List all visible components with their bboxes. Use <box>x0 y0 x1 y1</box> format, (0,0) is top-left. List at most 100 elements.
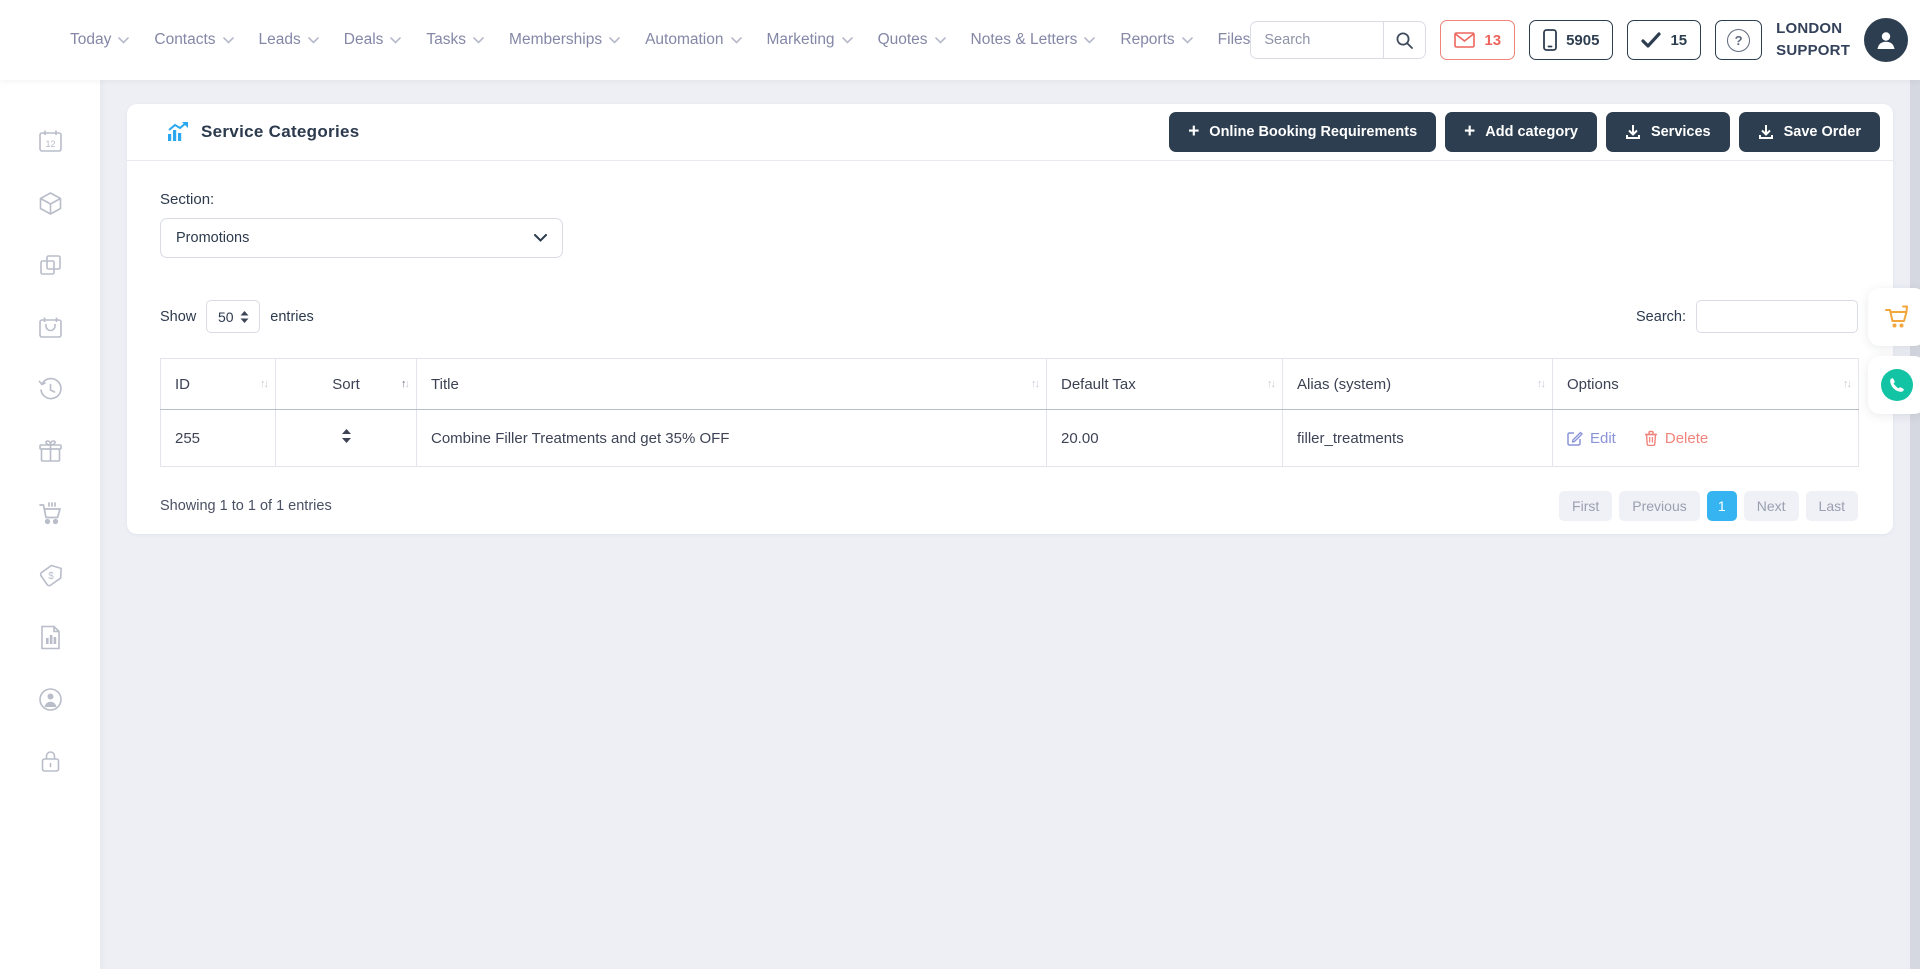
column-label: ID <box>175 376 190 393</box>
history-icon[interactable] <box>37 376 64 403</box>
page-title-label: Service Categories <box>201 122 359 142</box>
nav-item-notes-letters[interactable]: Notes & Letters <box>971 31 1096 49</box>
nav-item-files[interactable]: Files <box>1218 31 1251 49</box>
card-header: Service Categories + Online Booking Requ… <box>127 104 1893 161</box>
pagination-first[interactable]: First <box>1559 491 1612 521</box>
header-actions: + Online Booking Requirements + Add cate… <box>1169 112 1880 152</box>
up-down-icon <box>240 311 249 323</box>
nav-label: Files <box>1218 31 1251 49</box>
nav-item-quotes[interactable]: Quotes <box>878 31 946 49</box>
calendar-icon[interactable]: 12 <box>37 128 64 155</box>
nav-item-leads[interactable]: Leads <box>259 31 319 49</box>
chevron-down-icon <box>1182 37 1193 44</box>
page-length-control: Show 50 entries <box>160 300 314 333</box>
nav-label: Contacts <box>154 31 215 49</box>
delete-button[interactable]: Delete <box>1644 430 1708 447</box>
pagination-last[interactable]: Last <box>1806 491 1858 521</box>
question-icon: ? <box>1727 29 1750 52</box>
person-icon <box>1874 28 1898 52</box>
plus-icon: + <box>1188 122 1199 141</box>
search-icon <box>1395 31 1414 50</box>
edit-button[interactable]: Edit <box>1567 430 1616 447</box>
pagination-next[interactable]: Next <box>1744 491 1799 521</box>
services-button[interactable]: Services <box>1606 112 1730 152</box>
cart-icon[interactable] <box>37 500 64 527</box>
cell-sort <box>276 410 417 467</box>
table-search-input[interactable] <box>1696 300 1858 333</box>
nav-item-today[interactable]: Today <box>70 31 129 49</box>
sort-arrows-icon: ↑↓ <box>1537 378 1544 390</box>
nav-label: Reports <box>1120 31 1174 49</box>
column-header-alias[interactable]: Alias (system) ↑↓ <box>1283 359 1553 410</box>
nav-label: Deals <box>344 31 384 49</box>
pagination-page-1[interactable]: 1 <box>1707 491 1737 521</box>
chevron-down-icon <box>473 37 484 44</box>
svg-text:$: $ <box>48 571 54 582</box>
nav-label: Marketing <box>767 31 835 49</box>
nav-item-tasks[interactable]: Tasks <box>426 31 484 49</box>
tasks-badge[interactable]: 15 <box>1627 20 1701 60</box>
column-header-title[interactable]: Title ↑↓ <box>417 359 1047 410</box>
column-header-default-tax[interactable]: Default Tax ↑↓ <box>1047 359 1283 410</box>
help-badge[interactable]: ? <box>1715 20 1762 60</box>
scrollbar[interactable] <box>1910 80 1920 969</box>
online-booking-requirements-button[interactable]: + Online Booking Requirements <box>1169 112 1436 152</box>
pagination-previous[interactable]: Previous <box>1619 491 1699 521</box>
nav-item-deals[interactable]: Deals <box>344 31 402 49</box>
topbar: Today Contacts Leads Deals Tasks Members… <box>0 0 1920 80</box>
chevron-down-icon <box>935 37 946 44</box>
drag-handle-icon[interactable] <box>341 429 352 443</box>
column-label: Options <box>1567 376 1619 393</box>
column-header-options[interactable]: Options ↑↓ <box>1553 359 1859 410</box>
search-button[interactable] <box>1383 22 1425 58</box>
nav-item-contacts[interactable]: Contacts <box>154 31 233 49</box>
add-category-button[interactable]: + Add category <box>1445 112 1597 152</box>
delete-label: Delete <box>1665 430 1708 447</box>
report-icon[interactable] <box>37 624 64 651</box>
chevron-down-icon <box>118 37 129 44</box>
section-label: Section: <box>160 191 1858 208</box>
copy-icon[interactable] <box>37 252 64 279</box>
button-label: Save Order <box>1784 124 1861 140</box>
column-header-id[interactable]: ID ↑↓ <box>161 359 276 410</box>
topbar-right: 13 5905 15 ? LONDON SUPPORT <box>1250 18 1920 62</box>
floating-call-button[interactable] <box>1868 356 1920 414</box>
nav-item-memberships[interactable]: Memberships <box>509 31 620 49</box>
nav-item-reports[interactable]: Reports <box>1120 31 1192 49</box>
avatar[interactable] <box>1864 18 1908 62</box>
table-controls: Show 50 entries Search: <box>160 300 1858 333</box>
section-selected-value: Promotions <box>176 230 249 246</box>
cell-id: 255 <box>161 410 276 467</box>
price-tag-icon[interactable]: $ <box>37 562 64 589</box>
search-input[interactable] <box>1251 22 1383 58</box>
floating-cart-button[interactable] <box>1868 288 1920 346</box>
lock-icon[interactable] <box>37 748 64 775</box>
chevron-down-icon <box>609 37 620 44</box>
page-length-select[interactable]: 50 <box>206 300 260 333</box>
package-icon[interactable] <box>37 190 64 217</box>
nav-item-automation[interactable]: Automation <box>645 31 741 49</box>
chevron-down-icon <box>842 37 853 44</box>
tasks-count: 15 <box>1670 32 1687 49</box>
phone-badge[interactable]: 5905 <box>1529 20 1613 60</box>
table-footer: Showing 1 to 1 of 1 entries First Previo… <box>160 491 1858 521</box>
messages-badge[interactable]: 13 <box>1440 20 1515 60</box>
user-name: LONDON SUPPORT <box>1776 18 1850 62</box>
table-row: 255 Combine Filler Treatments and get 35… <box>161 410 1859 467</box>
save-order-button[interactable]: Save Order <box>1739 112 1880 152</box>
column-label: Alias (system) <box>1297 376 1391 393</box>
entries-label: entries <box>270 309 314 325</box>
gift-icon[interactable] <box>37 438 64 465</box>
section-select[interactable]: Promotions <box>160 218 563 258</box>
mobile-phone-icon <box>1543 29 1557 51</box>
account-icon[interactable] <box>37 686 64 713</box>
chevron-down-icon <box>1084 37 1095 44</box>
nav-item-marketing[interactable]: Marketing <box>767 31 853 49</box>
service-categories-table: ID ↑↓ Sort ↑↓ Title ↑↓ Default Tax <box>160 358 1859 467</box>
button-label: Add category <box>1485 124 1578 140</box>
column-header-sort[interactable]: Sort ↑↓ <box>276 359 417 410</box>
edit-label: Edit <box>1590 430 1616 447</box>
chevron-down-icon <box>308 37 319 44</box>
global-search <box>1250 21 1426 59</box>
booking-icon[interactable] <box>37 314 64 341</box>
